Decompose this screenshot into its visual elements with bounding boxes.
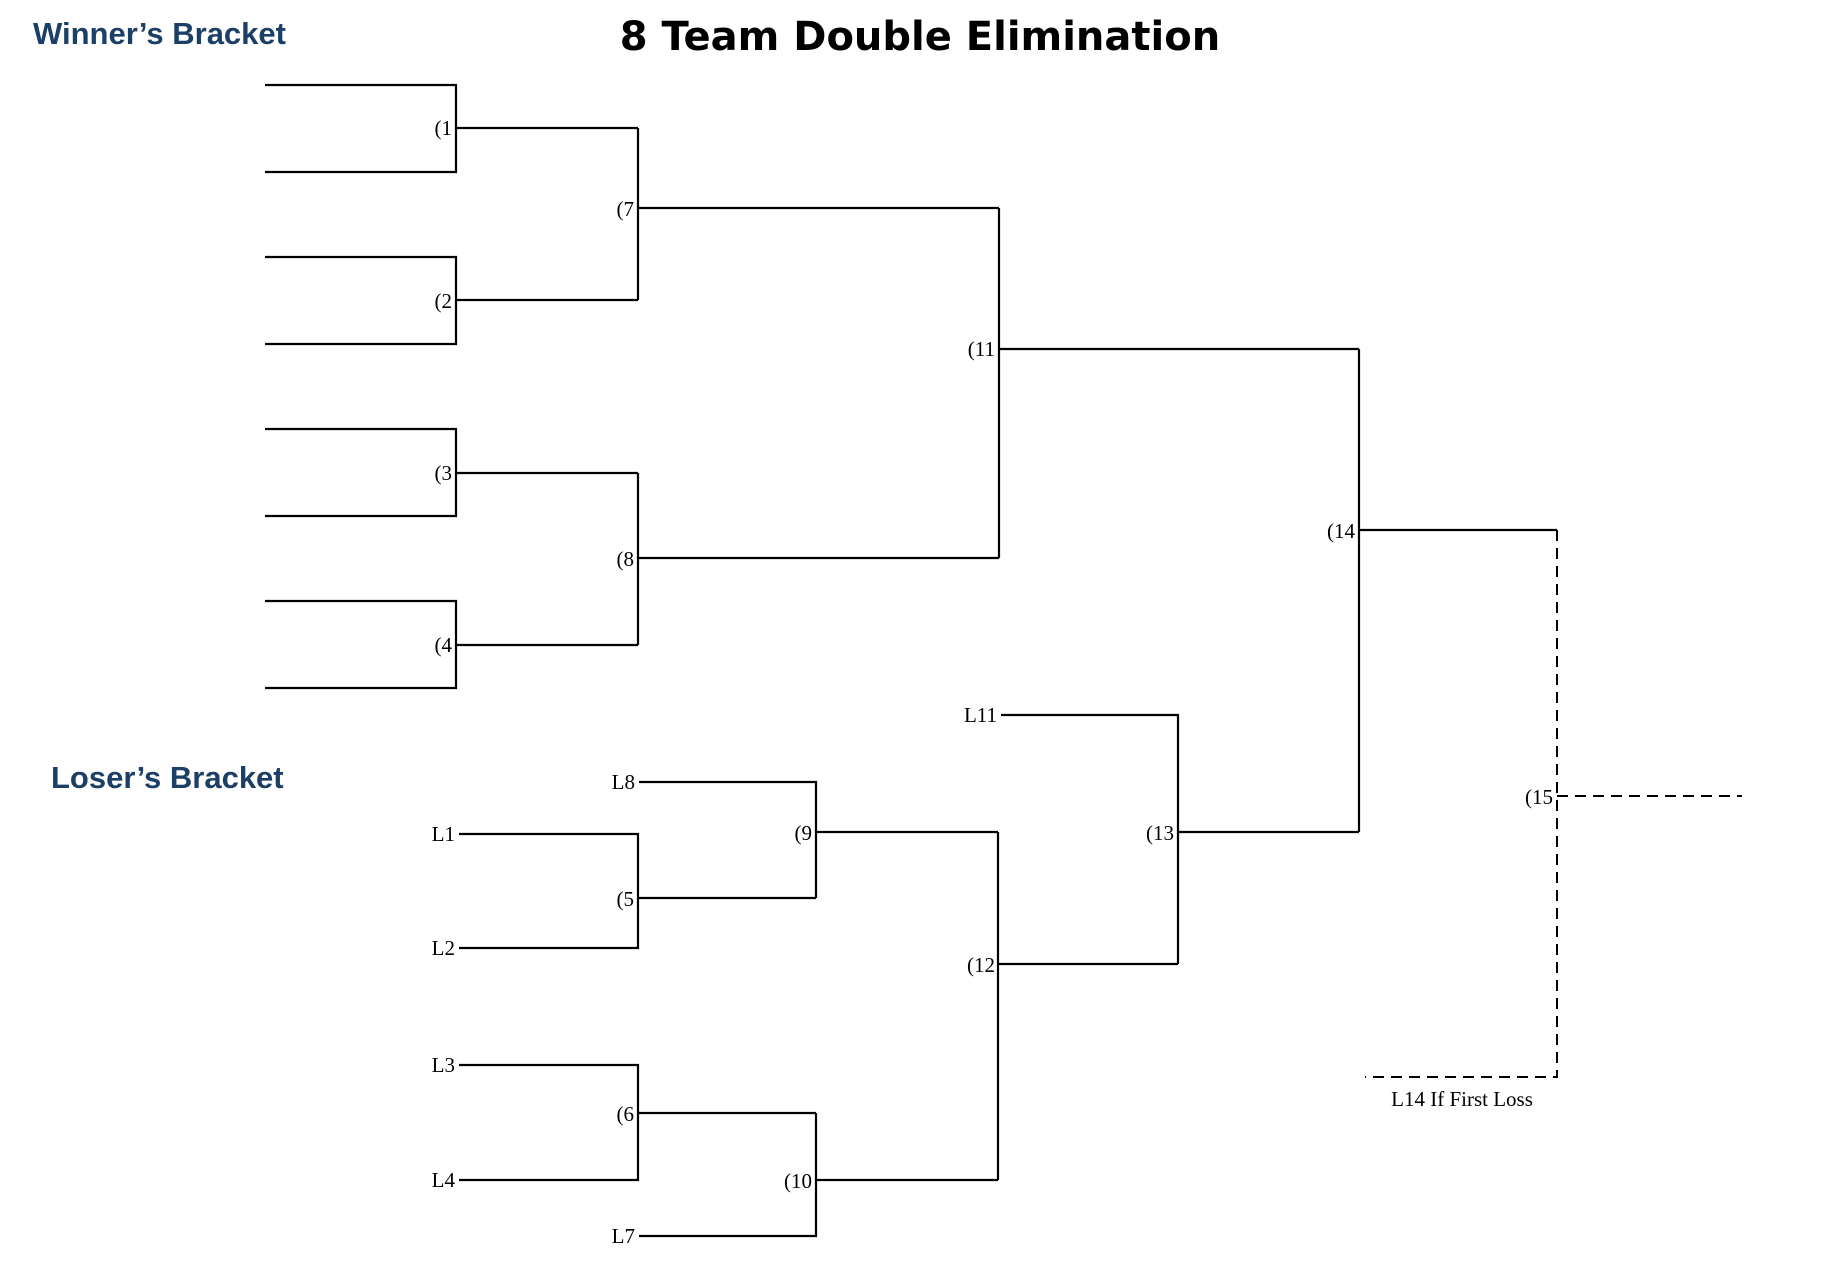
game-label-9: (9 — [795, 821, 813, 845]
game-label-1: (1 — [435, 116, 453, 140]
loser-entry-l2: L2 — [432, 936, 455, 960]
game-label-6: (6 — [617, 1102, 635, 1126]
championship-game-14-connector — [1357, 349, 1557, 832]
winners-game-11-connector — [997, 208, 1359, 558]
game-label-13: (13 — [1146, 821, 1174, 845]
game-label-12: (12 — [967, 953, 995, 977]
game-label-11: (11 — [968, 337, 995, 361]
losers-game-6-connector — [459, 1063, 816, 1182]
game-label-10: (10 — [784, 1169, 812, 1193]
loser-entry-l7: L7 — [612, 1224, 635, 1248]
game-label-2: (2 — [435, 289, 453, 313]
bracket-diagram: (1 (2 (3 (4 (5 (6 (7 (8 (9 (10 (11 (12 (… — [265, 83, 1742, 1248]
game-label-7: (7 — [617, 197, 635, 221]
game-label-5: (5 — [617, 887, 635, 911]
losers-game-10-connector — [639, 1113, 998, 1238]
game-label-8: (8 — [617, 547, 635, 571]
loser-entry-l3: L3 — [432, 1053, 455, 1077]
loser-entry-l8: L8 — [612, 770, 635, 794]
game-label-4: (4 — [435, 633, 453, 657]
losers-game-13-connector — [1001, 713, 1359, 964]
if-necessary-game-15-connector — [1365, 530, 1742, 1078]
game-label-3: (3 — [435, 461, 453, 485]
loser-entry-l1: L1 — [432, 822, 455, 846]
if-first-loss-note: L14 If First Loss — [1391, 1087, 1533, 1111]
winners-game-8-connector — [636, 473, 999, 645]
losers-game-12-connector — [996, 832, 1178, 1180]
loser-entry-l11: L11 — [964, 703, 997, 727]
game-label-14: (14 — [1327, 519, 1355, 543]
losers-game-9-connector — [639, 780, 998, 898]
losers-game-5-connector — [459, 832, 816, 950]
loser-entry-l4: L4 — [432, 1168, 456, 1192]
winners-game-7-connector — [636, 128, 999, 300]
game-label-15: (15 — [1525, 785, 1553, 809]
